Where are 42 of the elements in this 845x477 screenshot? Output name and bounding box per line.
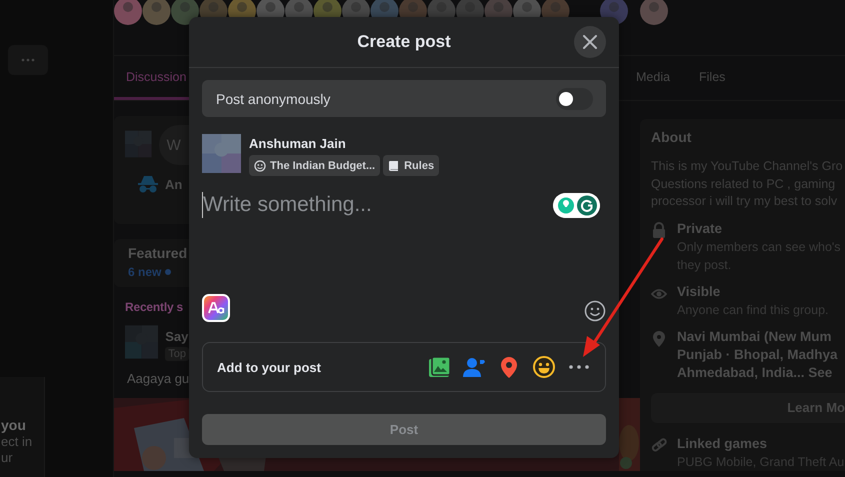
sidebar-text: you	[1, 417, 27, 433]
sidebar-text: ect in	[1, 434, 34, 449]
info-title: Ahmedabad, India... See	[677, 364, 834, 382]
info-title: Linked games	[677, 434, 768, 452]
sidebar-text: ur	[1, 450, 14, 465]
author-name[interactable]: Say	[165, 329, 189, 344]
lock-icon	[651, 222, 667, 238]
smiley-icon[interactable]	[533, 356, 555, 378]
dialog-title: Create post	[357, 32, 451, 52]
audience-chip[interactable]: The Indian Budget...	[249, 155, 380, 176]
unread-dot	[165, 269, 172, 275]
text-style-icon[interactable]	[202, 294, 230, 322]
info-title: Navi Mumbai (New Mum	[677, 328, 833, 346]
info-title: Visible	[677, 282, 722, 300]
audience-chip[interactable]: Rules	[383, 155, 440, 176]
toggle-switch[interactable]	[556, 88, 593, 110]
section-title: Featured	[128, 245, 188, 261]
author-name: Anshuman Jain	[249, 136, 347, 151]
link-icon	[651, 436, 667, 454]
close-icon	[583, 35, 597, 49]
close-button[interactable]	[574, 26, 606, 58]
anonymous-label: Post anonymously	[216, 90, 330, 106]
more-icon	[21, 58, 35, 62]
location-pin-icon	[651, 330, 667, 346]
info-title: Private	[677, 220, 724, 238]
location-pin-icon[interactable]	[498, 356, 520, 378]
add-to-post-label: Add to your post	[217, 360, 321, 374]
post-text-field[interactable]: Write something...	[202, 192, 553, 218]
incognito-icon	[137, 175, 159, 193]
emoji-icon[interactable]	[584, 300, 606, 322]
group-icon	[254, 160, 266, 172]
photo-icon[interactable]	[428, 356, 450, 378]
card-title: About	[651, 129, 692, 145]
book-icon	[388, 160, 400, 172]
section-title: Recently s	[125, 300, 184, 314]
info-title: Punjab · Bhopal, Madhya	[677, 346, 838, 364]
new-count: 6 new	[128, 265, 162, 279]
grammarly-icon[interactable]	[553, 192, 600, 218]
post-text: Aagaya gu	[127, 371, 189, 386]
tab[interactable]: Media	[636, 56, 699, 100]
person-icon[interactable]	[463, 356, 485, 378]
tab[interactable]: Files	[699, 56, 845, 100]
